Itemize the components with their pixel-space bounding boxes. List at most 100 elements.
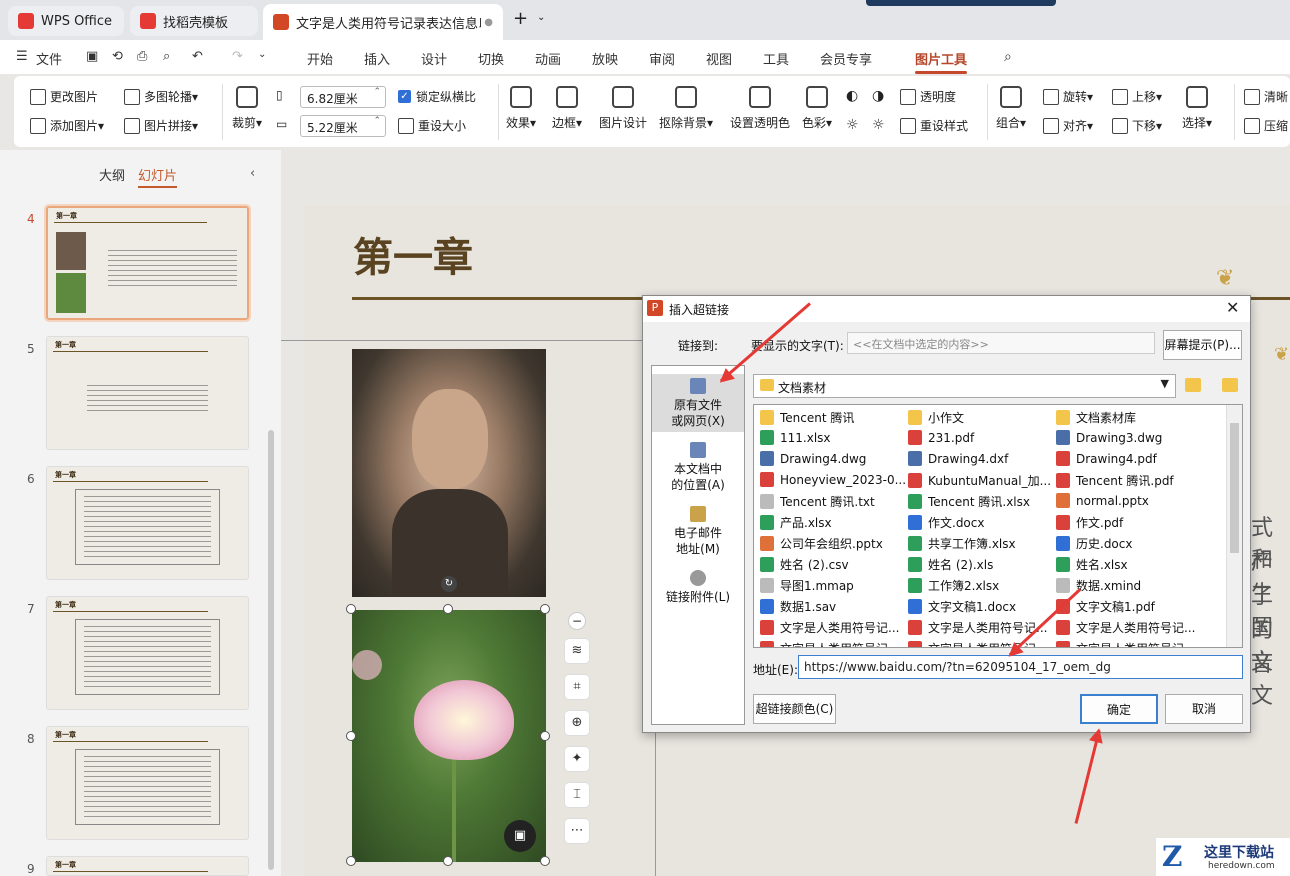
slide-thumbnail-6[interactable]: 第一章 — [46, 466, 249, 580]
redo-icon[interactable]: ↷ — [232, 49, 243, 64]
file-item[interactable]: 导图1.mmap — [760, 577, 908, 594]
print-icon[interactable]: ⎙ — [137, 49, 147, 64]
slide-thumbnail-5[interactable]: 第一章 — [46, 336, 249, 450]
clear-button[interactable]: 清晰 — [1244, 88, 1288, 105]
resize-handle[interactable] — [346, 731, 356, 741]
file-item[interactable]: Honeyview_2023-0... — [760, 472, 908, 487]
share-icon[interactable]: ⟲ — [112, 49, 123, 64]
group-button[interactable]: 组合▾ — [996, 86, 1026, 131]
file-item[interactable]: 产品.xlsx — [760, 514, 908, 531]
file-item[interactable]: 文字是人类用符号记... — [1056, 640, 1204, 647]
resize-handle[interactable] — [540, 856, 550, 866]
menu-transition[interactable]: 切换 — [478, 49, 504, 68]
file-item[interactable]: 文字文稿1.pdf — [1056, 598, 1204, 615]
file-item[interactable]: 文字文稿1.docx — [908, 598, 1056, 615]
folder-select[interactable]: 文档素材 ▼ — [753, 374, 1176, 398]
collapse-panel-icon[interactable]: ‹ — [250, 166, 255, 181]
ocr-icon[interactable]: ⌶ — [564, 782, 590, 808]
browse-folder-icon[interactable] — [1222, 378, 1238, 392]
file-item[interactable]: Drawing4.dwg — [760, 451, 908, 466]
file-item[interactable]: 姓名.xlsx — [1056, 556, 1204, 573]
width-input[interactable]: 6.82厘米 — [300, 86, 386, 108]
email-option[interactable]: 电子邮件 地址(M) — [652, 506, 744, 557]
file-item[interactable]: Drawing3.dwg — [1056, 430, 1204, 445]
remove-background-button[interactable]: 抠除背景▾ — [659, 86, 713, 131]
hamburger-icon[interactable]: ☰ — [16, 49, 28, 64]
file-item[interactable]: Tencent 腾讯.txt — [760, 493, 908, 510]
print-preview-icon[interactable]: ⌕ — [163, 49, 170, 64]
file-item[interactable]: 文档素材库 — [1056, 409, 1204, 426]
height-input[interactable]: 5.22厘米 — [300, 115, 386, 137]
rotate-button[interactable]: 旋转 ▾ — [1043, 88, 1093, 105]
crop-icon[interactable]: ⌗ — [564, 674, 590, 700]
menu-insert[interactable]: 插入 — [364, 49, 390, 68]
contrast-up-icon[interactable]: ◑ — [872, 88, 884, 104]
transparency-button[interactable]: 透明度 — [900, 88, 956, 105]
menu-animation[interactable]: 动画 — [535, 49, 561, 68]
resize-handle[interactable] — [443, 856, 453, 866]
file-item[interactable]: 姓名 (2).csv — [760, 556, 908, 573]
slide-thumbnail-9[interactable]: 第一章 — [46, 856, 249, 876]
file-item[interactable]: 公司年会组织.pptx — [760, 535, 908, 552]
tab-wps-office[interactable]: WPS Office — [8, 6, 124, 36]
resize-handle[interactable] — [346, 856, 356, 866]
menu-tools[interactable]: 工具 — [763, 49, 789, 68]
tab-close-icon[interactable]: ● — [484, 17, 493, 28]
cancel-button[interactable]: 取消 — [1165, 694, 1243, 724]
menu-file[interactable]: 文件 — [36, 49, 62, 68]
set-transparent-color-button[interactable]: 设置透明色 — [730, 86, 790, 131]
border-button[interactable]: 边框▾ — [552, 86, 582, 131]
layers-icon[interactable]: ≋ — [564, 638, 590, 664]
attachment-option[interactable]: 链接附件(L) — [652, 570, 744, 605]
effect-button[interactable]: 效果▾ — [506, 86, 536, 131]
file-item[interactable]: 数据1.sav — [760, 598, 908, 615]
magic-tool-icon[interactable]: ✦ — [564, 746, 590, 772]
file-item[interactable]: KubuntuManual_加... — [908, 472, 1056, 489]
file-item[interactable]: 文字是人类用符号记... — [1056, 619, 1204, 636]
undo-icon[interactable]: ↶ — [192, 49, 203, 64]
file-item[interactable]: 工作簿2.xlsx — [908, 577, 1056, 594]
align-button[interactable]: 对齐 ▾ — [1043, 117, 1093, 134]
resize-handle[interactable] — [540, 604, 550, 614]
place-in-doc-option[interactable]: 本文档中 的位置(A) — [652, 442, 744, 493]
resize-handle[interactable] — [540, 731, 550, 741]
slide-title[interactable]: 第一章 — [353, 225, 473, 283]
tab-outline[interactable]: 大纲 — [99, 165, 125, 184]
lock-ratio-checkbox[interactable]: ✓ 锁定纵横比 — [398, 88, 476, 105]
collapse-icon[interactable]: − — [568, 612, 586, 630]
close-icon[interactable]: ✕ — [1226, 298, 1239, 317]
file-item[interactable]: 历史.docx — [1056, 535, 1204, 552]
change-picture-button[interactable]: 更改图片 — [30, 88, 98, 105]
resize-handle[interactable] — [443, 604, 453, 614]
menu-view[interactable]: 视图 — [706, 49, 732, 68]
file-item[interactable]: normal.pptx — [1056, 493, 1204, 508]
file-item[interactable]: 作文.docx — [908, 514, 1056, 531]
file-item[interactable]: 文字是人类用符号记... — [908, 640, 1056, 647]
file-item[interactable]: 文字是人类用符号记... — [760, 640, 908, 647]
panel-scrollbar[interactable] — [268, 430, 274, 870]
chevron-down-icon[interactable]: ⌄ — [537, 12, 545, 23]
picture-stitch-button[interactable]: 图片拼接 ▾ — [124, 117, 198, 134]
address-input[interactable]: https://www.baidu.com/?tn=62095104_17_oe… — [798, 655, 1243, 679]
slide-thumbnail-4[interactable]: 第一章 — [44, 204, 251, 322]
compress-button[interactable]: 压缩 — [1244, 117, 1288, 134]
file-item[interactable]: 小作文 — [908, 409, 1056, 426]
contrast-down-icon[interactable]: ☼ — [872, 117, 885, 133]
menu-design[interactable]: 设计 — [421, 49, 447, 68]
scroll-thumb[interactable] — [1230, 423, 1239, 553]
file-item[interactable]: 作文.pdf — [1056, 514, 1204, 531]
brightness-down-icon[interactable]: ☼ — [846, 117, 859, 133]
search-icon[interactable]: ⌕ — [1004, 49, 1012, 65]
multi-carousel-button[interactable]: 多图轮播 ▾ — [124, 88, 198, 105]
tab-slides[interactable]: 幻灯片 — [138, 165, 178, 188]
new-tab-icon[interactable]: + — [513, 8, 528, 29]
up-folder-icon[interactable] — [1185, 378, 1201, 392]
display-text-input[interactable]: <<在文档中选定的内容>> — [847, 332, 1155, 354]
screen-tip-button[interactable]: 屏幕提示(P)... — [1163, 330, 1242, 360]
file-item[interactable]: 共享工作簿.xlsx — [908, 535, 1056, 552]
save-icon[interactable]: ▣ — [86, 49, 98, 64]
tab-template[interactable]: 找稻壳模板 — [130, 6, 258, 36]
file-item[interactable]: 231.pdf — [908, 430, 1056, 445]
file-item[interactable]: Tencent 腾讯.pdf — [1056, 472, 1204, 489]
file-item[interactable]: 111.xlsx — [760, 430, 908, 445]
